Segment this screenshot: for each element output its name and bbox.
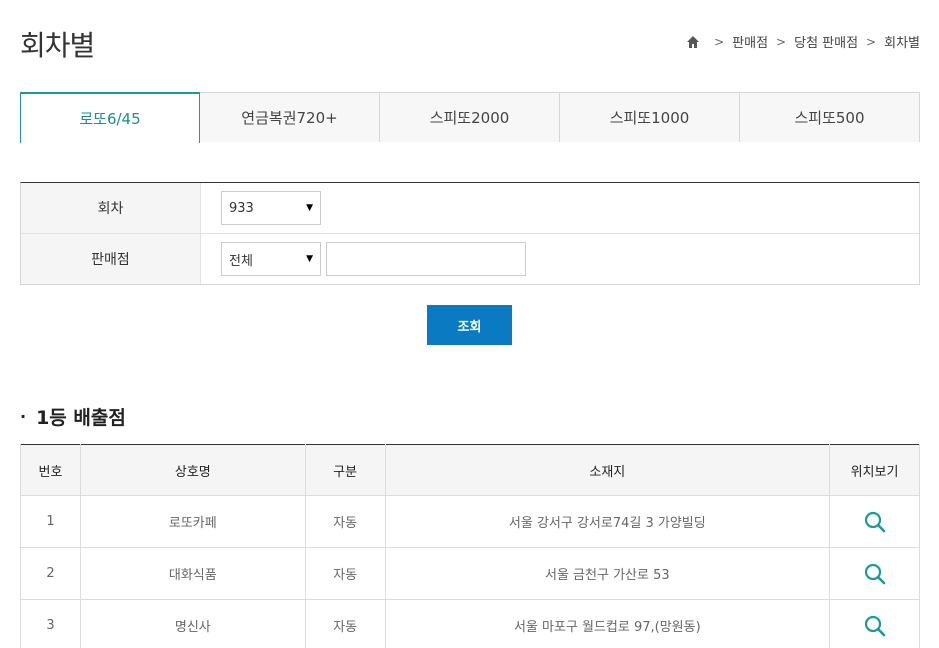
cell-type: 자동 xyxy=(304,495,386,548)
store-search-input[interactable] xyxy=(326,242,526,276)
header-name: 상호명 xyxy=(79,444,306,496)
home-icon[interactable] xyxy=(686,35,700,49)
cell-address: 서울 금천구 가산로 53 xyxy=(384,547,831,600)
cell-name: 대화식품 xyxy=(79,547,306,600)
cell-type: 자동 xyxy=(304,599,386,648)
store-select-value: 전체 xyxy=(229,253,253,269)
breadcrumb: > 판매점 > 당첨 판매점 > 회차별 xyxy=(686,32,920,51)
header-type: 구분 xyxy=(304,444,386,496)
cell-no: 1 xyxy=(20,495,81,548)
store-label: 판매점 xyxy=(21,234,201,284)
caret-down-icon: ▼ xyxy=(306,254,313,264)
table-row: 1 로또카페 자동 서울 강서구 강서로74길 3 가양빌딩 xyxy=(20,495,920,548)
round-select-value: 933 xyxy=(229,200,254,216)
header-no: 번호 xyxy=(20,444,81,496)
page-title: 회차별 xyxy=(20,29,95,62)
caret-down-icon: ▼ xyxy=(306,203,313,213)
search-icon[interactable] xyxy=(864,563,886,585)
cell-no: 2 xyxy=(20,547,81,600)
cell-no: 3 xyxy=(20,599,81,648)
tab-pension720[interactable]: 연금복권720+ xyxy=(200,92,380,142)
table-row: 2 대화식품 자동 서울 금천구 가산로 53 xyxy=(20,547,920,600)
table-header-row: 번호 상호명 구분 소재지 위치보기 xyxy=(20,444,920,496)
cell-name: 로또카페 xyxy=(79,495,306,548)
section-title-text: 1등 배출점 xyxy=(36,407,126,429)
search-button[interactable]: 조회 xyxy=(427,305,512,345)
tab-speetto1000[interactable]: 스피또1000 xyxy=(560,92,740,142)
bullet-icon: · xyxy=(20,407,27,426)
search-icon[interactable] xyxy=(864,615,886,637)
cell-name: 명신사 xyxy=(79,599,306,648)
round-select[interactable]: 933 ▼ xyxy=(221,191,321,225)
breadcrumb-item-winning-stores[interactable]: 당첨 판매점 xyxy=(794,32,858,51)
header-location: 위치보기 xyxy=(829,444,920,496)
chevron-right-icon: > xyxy=(776,34,787,49)
breadcrumb-item-by-round: 회차별 xyxy=(884,36,920,51)
round-label: 회차 xyxy=(21,183,201,233)
search-icon[interactable] xyxy=(864,511,886,533)
tab-speetto2000[interactable]: 스피또2000 xyxy=(380,92,560,142)
cell-type: 자동 xyxy=(304,547,386,600)
chevron-right-icon: > xyxy=(714,34,725,49)
store-row: 판매점 전체 ▼ xyxy=(21,234,919,284)
chevron-right-icon: > xyxy=(866,34,877,49)
tab-speetto500[interactable]: 스피또500 xyxy=(740,92,920,142)
store-select[interactable]: 전체 ▼ xyxy=(221,242,321,276)
cell-address: 서울 강서구 강서로74길 3 가양빌딩 xyxy=(384,495,831,548)
cell-address: 서울 마포구 월드컵로 97,(망원동) xyxy=(384,599,831,648)
search-form: 회차 933 ▼ 판매점 전체 ▼ xyxy=(20,182,920,285)
breadcrumb-item-stores[interactable]: 판매점 xyxy=(732,32,768,51)
section-title: · 1등 배출점 xyxy=(20,403,126,430)
round-row: 회차 933 ▼ xyxy=(21,183,919,234)
table-row: 3 명신사 자동 서울 마포구 월드컵로 97,(망원동) xyxy=(20,599,920,648)
winning-stores-table: 번호 상호명 구분 소재지 위치보기 1 로또카페 자동 서울 강서구 강서로7… xyxy=(20,444,920,648)
header-address: 소재지 xyxy=(384,444,831,496)
tab-lotto645[interactable]: 로또6/45 xyxy=(20,92,200,143)
lottery-tabs: 로또6/45 연금복권720+ 스피또2000 스피또1000 스피또500 xyxy=(20,92,920,143)
